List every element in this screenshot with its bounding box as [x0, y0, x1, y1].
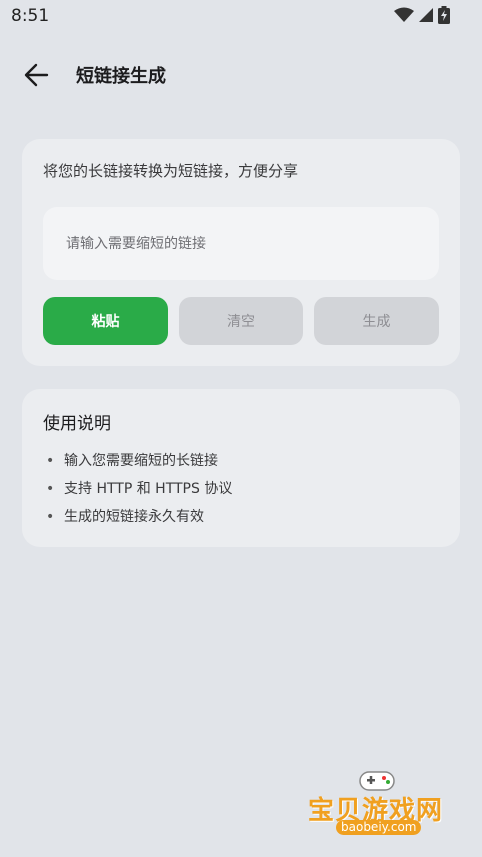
signal-icon: [419, 8, 433, 22]
status-time: 8:51: [11, 6, 50, 26]
instructions-card: 使用说明 • 输入您需要缩短的长链接 • 支持 HTTP 和 HTTPS 协议 • 生…: [22, 389, 460, 547]
list-item: • 生成的短链接永久有效: [46, 506, 232, 534]
gamepad-icon: [359, 771, 395, 791]
converter-description: 将您的长链接转换为短链接，方便分享: [43, 162, 299, 180]
watermark-domain: baobeiy.com: [336, 820, 422, 835]
page-title: 短链接生成: [76, 66, 166, 87]
app-bar: 短链接生成: [0, 50, 482, 100]
bullet: •: [46, 481, 55, 497]
list-item: • 输入您需要缩短的长链接: [46, 450, 232, 478]
back-arrow-icon[interactable]: [22, 62, 52, 88]
list-item: • 支持 HTTP 和 HTTPS 协议: [46, 478, 232, 506]
wifi-icon: [394, 7, 414, 22]
watermark: 宝贝游戏网 baobeiy.com: [300, 760, 460, 850]
bullet: •: [46, 453, 55, 469]
instructions-list: • 输入您需要缩短的长链接 • 支持 HTTP 和 HTTPS 协议 • 生成的短链接…: [46, 450, 232, 534]
list-item-text: 输入您需要缩短的长链接: [64, 453, 218, 469]
status-bar: 8:51: [0, 0, 482, 34]
converter-card: 将您的长链接转换为短链接，方便分享 粘贴 清空 生成: [22, 139, 460, 366]
paste-button[interactable]: 粘贴: [43, 297, 168, 345]
generate-button[interactable]: 生成: [314, 297, 439, 345]
instructions-title: 使用说明: [43, 414, 111, 434]
bullet: •: [46, 509, 55, 525]
list-item-text: 支持 HTTP 和 HTTPS 协议: [64, 481, 233, 497]
clear-button[interactable]: 清空: [179, 297, 303, 345]
url-input[interactable]: [43, 207, 439, 280]
status-icons: [394, 6, 450, 24]
list-item-text: 生成的短链接永久有效: [64, 509, 204, 525]
battery-icon: [438, 6, 450, 24]
